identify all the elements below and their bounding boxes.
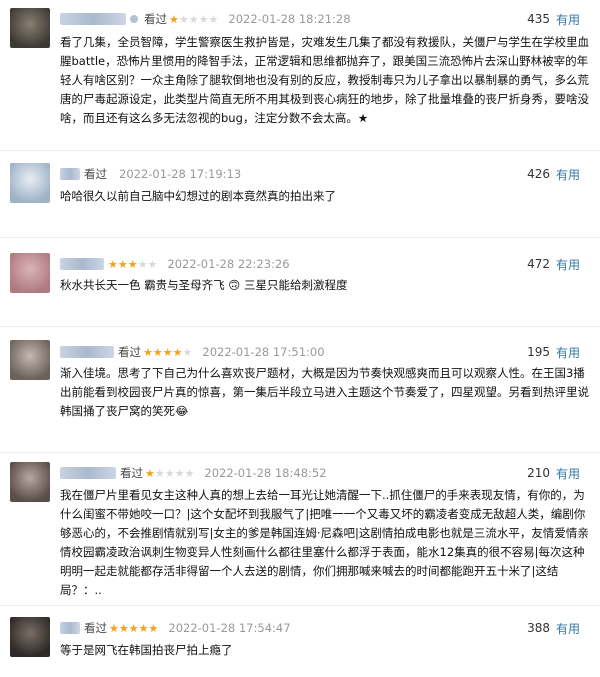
star-icon: ★ xyxy=(143,345,153,359)
star-icon: ★ xyxy=(145,466,155,480)
star-icon: ★ xyxy=(182,345,193,359)
divider xyxy=(0,605,600,606)
avatar[interactable] xyxy=(10,8,50,48)
star-icon: ★ xyxy=(138,621,149,635)
star-icon: ★ xyxy=(128,621,139,635)
star-icon: ★ xyxy=(108,257,118,271)
comment-text: 秋水共长天一色 霸贵与圣母齐飞 🙃 三星只能给刺激程度 xyxy=(60,278,348,292)
divider xyxy=(0,326,600,327)
star-icon: ★ xyxy=(172,345,183,359)
watch-status: 看过 xyxy=(84,167,107,181)
username[interactable] xyxy=(60,258,104,270)
vote-area: 472 有用 xyxy=(527,255,580,273)
comment-meta: 看过 ★★★★★ 2022-01-28 17:54:47 xyxy=(60,619,291,637)
vote-area: 210 有用 xyxy=(527,464,580,482)
rating-stars: ★★★★★ xyxy=(143,346,192,359)
watch-status: 看过 xyxy=(84,621,107,635)
star-icon: ★ xyxy=(174,466,185,480)
vote-area: 195 有用 xyxy=(527,343,580,361)
comment-meta: 看过 2022-01-28 17:19:13 xyxy=(60,165,241,183)
comment-meta: 看过 ★★★★★ 2022-01-28 17:51:00 xyxy=(60,343,325,361)
star-icon: ★ xyxy=(117,257,128,271)
star-icon: ★ xyxy=(127,257,138,271)
divider xyxy=(0,237,600,238)
star-icon: ★ xyxy=(137,257,148,271)
comment-time: 2022-01-28 17:19:13 xyxy=(119,167,242,181)
star-icon: ★ xyxy=(152,345,163,359)
useful-button[interactable]: 有用 xyxy=(556,256,580,273)
rating-stars: ★★★★★ xyxy=(169,13,218,26)
vote-area: 388 有用 xyxy=(527,619,580,637)
vote-count: 388 xyxy=(527,621,550,635)
watch-status: 看过 xyxy=(144,12,167,26)
username[interactable] xyxy=(60,13,126,25)
useful-button[interactable]: 有用 xyxy=(556,344,580,361)
username[interactable] xyxy=(60,467,116,479)
comment-time: 2022-01-28 22:23:26 xyxy=(167,257,290,271)
username[interactable] xyxy=(60,622,80,634)
comment-meta: 看过 ★★★★★ 2022-01-28 18:48:52 xyxy=(60,464,327,482)
comment-text: 我在僵尸片里看见女主这种人真的想上去给一耳光让她清醒一下..抓住僵尸的手来表现友… xyxy=(60,488,589,597)
vote-count: 426 xyxy=(527,167,550,181)
star-icon: ★ xyxy=(148,621,159,635)
comment-time: 2022-01-28 18:48:52 xyxy=(204,466,327,480)
comment-time: 2022-01-28 17:54:47 xyxy=(168,621,291,635)
star-icon: ★ xyxy=(162,345,173,359)
star-icon: ★ xyxy=(154,466,165,480)
comment-text: 渐入佳境。思考了下自己为什么喜欢丧尸题材，大概是因为节奏快观感爽而且可以观察人性… xyxy=(60,366,589,418)
vote-count: 472 xyxy=(527,257,550,271)
avatar[interactable] xyxy=(10,253,50,293)
vote-area: 435 有用 xyxy=(527,10,580,28)
comment-time: 2022-01-28 17:51:00 xyxy=(202,345,325,359)
star-icon: ★ xyxy=(109,621,119,635)
watch-status: 看过 xyxy=(120,466,143,480)
avatar[interactable] xyxy=(10,462,50,502)
comment-meta: 看过 ★★★★★ 2022-01-28 18:21:28 xyxy=(60,10,351,28)
avatar[interactable] xyxy=(10,163,50,203)
vote-count: 435 xyxy=(527,12,550,26)
comment-meta: ★★★★★ 2022-01-28 22:23:26 xyxy=(60,255,290,273)
vote-area: 426 有用 xyxy=(527,165,580,183)
star-icon: ★ xyxy=(198,12,209,26)
username[interactable] xyxy=(60,346,114,358)
vote-count: 210 xyxy=(527,466,550,480)
useful-button[interactable]: 有用 xyxy=(556,620,580,637)
comment-text: 哈哈很久以前自己脑中幻想过的剧本竟然真的拍出来了 xyxy=(60,189,336,203)
useful-button[interactable]: 有用 xyxy=(556,166,580,183)
vote-count: 195 xyxy=(527,345,550,359)
useful-button[interactable]: 有用 xyxy=(556,11,580,28)
rating-stars: ★★★★★ xyxy=(108,258,157,271)
useful-button[interactable]: 有用 xyxy=(556,465,580,482)
star-icon: ★ xyxy=(184,466,195,480)
comment-text: 看了几集，全员智障，学生警察医生救护皆是，灾难发生几集了都没有救援队，关僵尸与学… xyxy=(60,35,589,125)
star-icon: ★ xyxy=(118,621,129,635)
avatar[interactable] xyxy=(10,617,50,657)
star-icon: ★ xyxy=(208,12,219,26)
divider xyxy=(0,150,600,151)
watch-status: 看过 xyxy=(118,345,141,359)
star-icon: ★ xyxy=(188,12,199,26)
divider xyxy=(0,452,600,453)
star-icon: ★ xyxy=(169,12,179,26)
star-icon: ★ xyxy=(178,12,189,26)
star-icon: ★ xyxy=(164,466,175,480)
avatar[interactable] xyxy=(10,340,50,380)
rating-stars: ★★★★★ xyxy=(109,622,158,635)
star-icon: ★ xyxy=(147,257,158,271)
comment-text: 等于是网飞在韩国拍丧尸拍上瘾了 xyxy=(60,643,233,657)
rating-stars: ★★★★★ xyxy=(145,467,194,480)
verified-icon xyxy=(130,15,138,23)
username[interactable] xyxy=(60,168,80,180)
comment-time: 2022-01-28 18:21:28 xyxy=(228,12,351,26)
